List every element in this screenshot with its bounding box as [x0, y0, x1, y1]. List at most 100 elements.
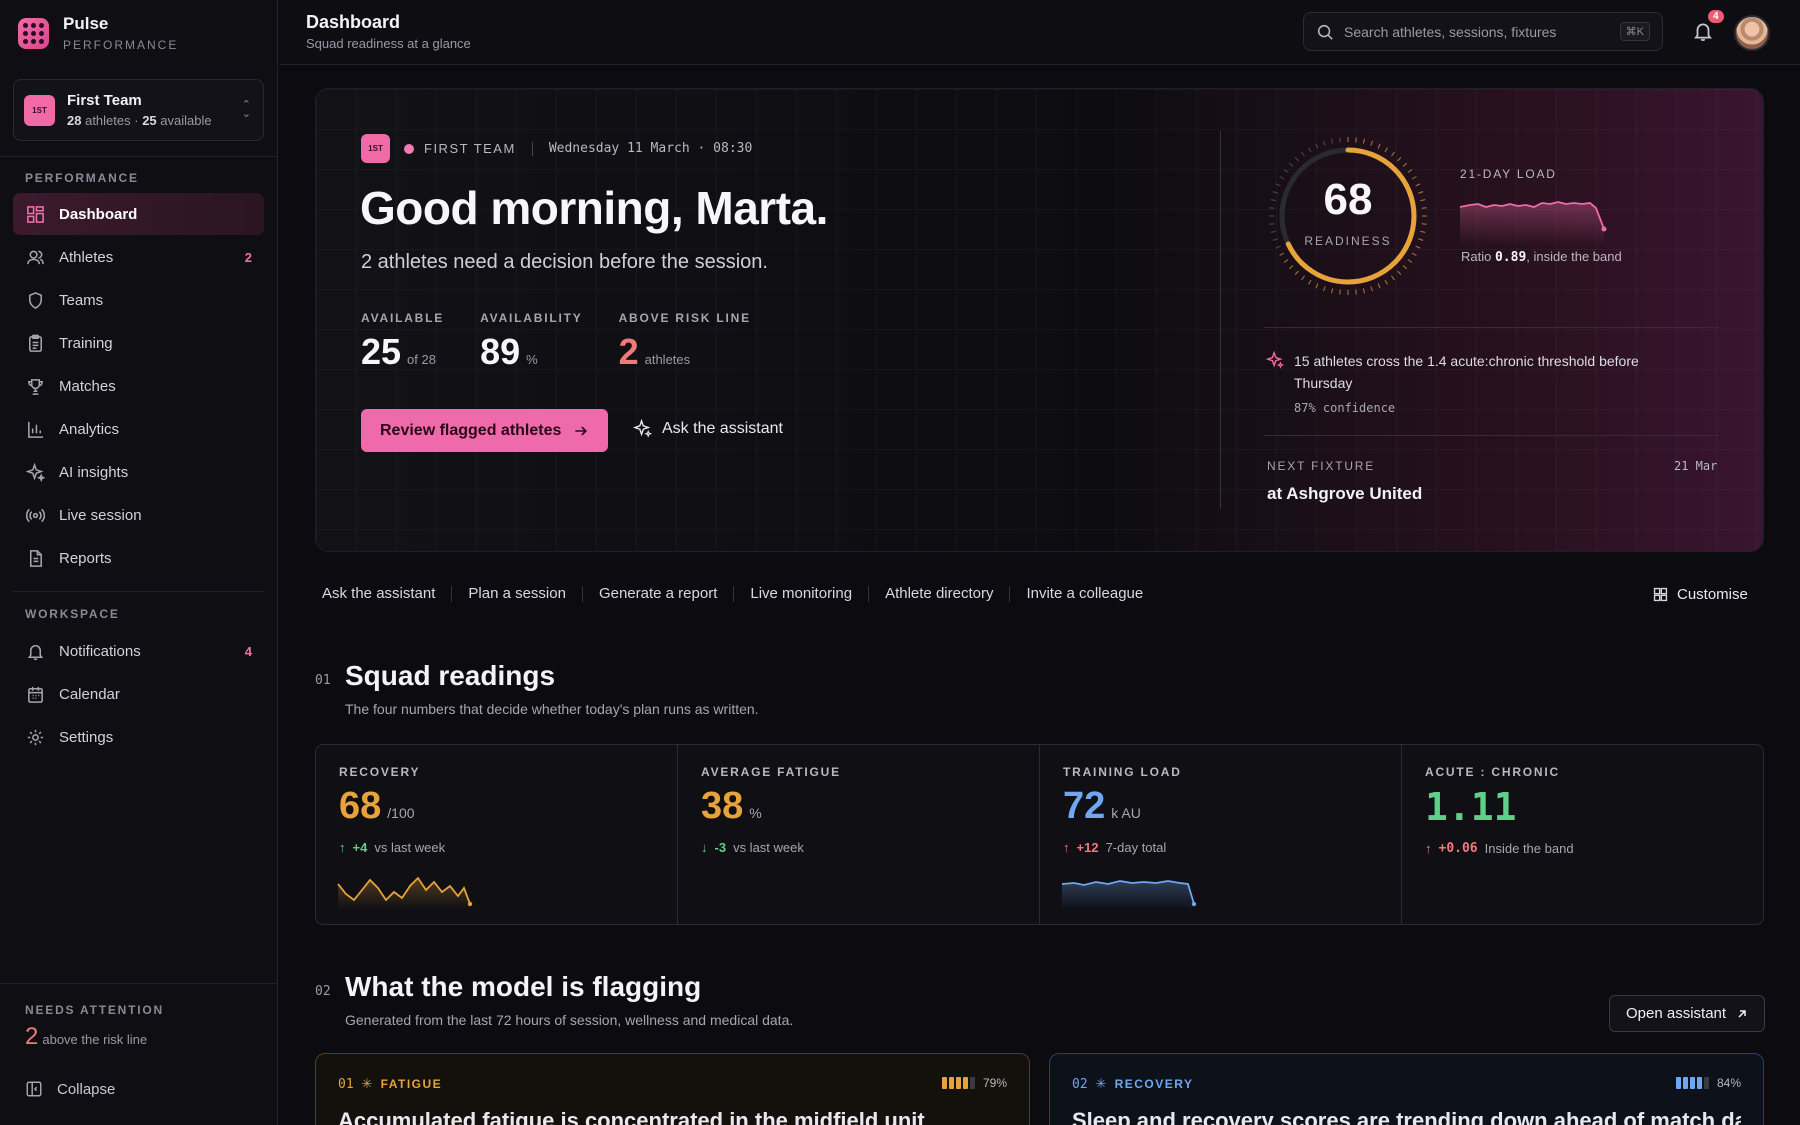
notifications-count-badge: 4	[244, 643, 252, 659]
quick-action-invite-colleague[interactable]: Invite a colleague	[1009, 586, 1159, 602]
divider	[531, 141, 533, 156]
team-badge: 1ST	[24, 94, 55, 126]
topbar: Dashboard Squad readiness at a glance ⌘K…	[279, 0, 1800, 65]
athletes-count-badge: 2	[244, 249, 252, 265]
insight-text[interactable]: 15 athletes cross the 1.4 acute:chronic …	[1294, 350, 1694, 394]
reading-card-recovery[interactable]: RECOVERY 68/100 ↑ +4 vs last week	[316, 745, 677, 924]
load-label: 21-DAY LOAD	[1460, 167, 1557, 181]
sidebar-item-calendar[interactable]: Calendar	[13, 673, 264, 715]
stat-label: AVAILABILITY	[480, 311, 583, 325]
arrow-up-icon: ↑	[1063, 840, 1070, 855]
reading-delta: ↑ +0.06 Inside the band	[1425, 841, 1574, 856]
flag-header: 01 ✳ FATIGUE	[338, 1076, 1007, 1092]
stat-label: AVAILABLE	[361, 311, 445, 325]
insight-confidence: 87% confidence	[1294, 401, 1396, 415]
nav-workspace: Notifications 4 Calendar Settings	[13, 630, 264, 759]
sidebar-item-label: Training	[59, 334, 113, 352]
status-dot	[404, 143, 414, 154]
flag-tag: RECOVERY	[1114, 1077, 1194, 1091]
arrow-down-icon: ↓	[701, 840, 708, 855]
collapse-button[interactable]: Collapse	[25, 1080, 115, 1098]
squad-readings: RECOVERY 68/100 ↑ +4 vs last week AVERAGE …	[315, 744, 1764, 925]
quick-action-live-monitoring[interactable]: Live monitoring	[733, 586, 868, 602]
needs-attention[interactable]: NEEDS ATTENTION 2 above the risk line	[25, 1003, 164, 1051]
bar-chart-icon	[25, 419, 45, 439]
customise-button[interactable]: Customise	[1652, 586, 1748, 603]
bell-icon	[25, 641, 45, 661]
section-subtitle: Generated from the last 72 hours of sess…	[345, 1012, 794, 1028]
needs-attention-value: 2 above the risk line	[25, 1023, 148, 1050]
quick-action-plan-session[interactable]: Plan a session	[451, 586, 582, 602]
reading-delta: ↓ -3 vs last week	[701, 840, 804, 855]
sidebar-item-training[interactable]: Training	[13, 322, 264, 364]
quick-action-generate-report[interactable]: Generate a report	[581, 586, 733, 602]
sidebar-item-label: Reports	[59, 549, 112, 567]
flag-card-recovery[interactable]: 02 ✳ RECOVERY 84% Sleep and recovery sco…	[1049, 1053, 1764, 1125]
sidebar-collapse-icon	[26, 1081, 42, 1097]
sidebar-item-label: AI insights	[59, 463, 129, 481]
quick-action-ask-assistant[interactable]: Ask the assistant	[322, 586, 451, 602]
sidebar-item-label: Notifications	[59, 642, 141, 660]
dashboard-icon	[25, 204, 45, 224]
sidebar-item-teams[interactable]: Teams	[13, 279, 264, 321]
search-box[interactable]: ⌘K	[1303, 12, 1663, 51]
sidebar-item-dashboard[interactable]: Dashboard	[13, 193, 264, 235]
flag-tag: FATIGUE	[380, 1077, 443, 1091]
sidebar: Pulse PERFORMANCE 1ST First Team 28 athl…	[0, 0, 278, 1125]
reading-label: RECOVERY	[339, 765, 421, 779]
sidebar-item-label: Settings	[59, 728, 114, 746]
ask-assistant-button[interactable]: Ask the assistant	[633, 419, 783, 438]
notifications-bell-icon[interactable]	[1692, 20, 1714, 42]
reading-label: AVERAGE FATIGUE	[701, 765, 841, 779]
hero-date: Wednesday 11 March · 08:30	[548, 141, 753, 156]
reading-value: 68/100	[339, 785, 415, 827]
review-flagged-athletes-button[interactable]: Review flagged athletes	[361, 409, 609, 452]
reading-card-training-load[interactable]: TRAINING LOAD 72 k AU ↑ +12 7-day total	[1039, 745, 1401, 924]
user-avatar[interactable]	[1734, 15, 1770, 51]
grid-icon	[1653, 587, 1668, 602]
app-root: Pulse PERFORMANCE 1ST First Team 28 athl…	[0, 0, 1800, 1125]
next-fixture-name[interactable]: at Ashgrove United	[1267, 484, 1422, 504]
divider	[1220, 131, 1221, 509]
search-input[interactable]	[1344, 23, 1610, 40]
reading-delta: ↑ +12 7-day total	[1063, 840, 1167, 855]
sidebar-item-matches[interactable]: Matches	[13, 365, 264, 407]
flag-text: Accumulated fatigue is concentrated in t…	[338, 1108, 925, 1125]
stat-available: AVAILABLE 25 of 28	[361, 311, 444, 373]
sidebar-item-notifications[interactable]: Notifications 4	[13, 630, 264, 672]
hero-meta: 1ST FIRST TEAM Wednesday 11 March · 08:3…	[361, 134, 752, 163]
search-shortcut-hint: ⌘K	[1619, 22, 1650, 41]
sidebar-item-athletes[interactable]: Athletes 2	[13, 236, 264, 278]
stat-value: 25 of 28	[361, 331, 436, 372]
reading-card-acute-chronic[interactable]: ACUTE : CHRONIC 1.11 ↑ +0.06 Inside the ba…	[1401, 745, 1763, 924]
sidebar-item-label: Calendar	[59, 685, 120, 703]
needs-attention-label: NEEDS ATTENTION	[25, 1003, 165, 1017]
readiness-label: READINESS	[1304, 234, 1392, 248]
sidebar-item-label: Teams	[59, 291, 104, 309]
reading-label: ACUTE : CHRONIC	[1425, 765, 1560, 779]
notification-count-badge: 4	[1708, 10, 1724, 23]
stat-value: 89%	[480, 331, 538, 372]
sidebar-item-settings[interactable]: Settings	[13, 716, 264, 758]
sidebar-item-live-session[interactable]: Live session	[13, 494, 264, 536]
sidebar-item-ai-insights[interactable]: AI insights	[13, 451, 264, 493]
pulse-logo-icon	[18, 17, 49, 49]
section-subtitle: The four numbers that decide whether tod…	[345, 701, 759, 717]
hero-team-label: FIRST TEAM	[424, 141, 516, 156]
hero-stats: AVAILABLE 25 of 28 AVAILABILITY 89% ABOVE…	[361, 311, 751, 373]
team-name: First Team	[67, 92, 142, 109]
sparkle-icon	[633, 419, 652, 438]
sidebar-item-analytics[interactable]: Analytics	[13, 408, 264, 450]
brand[interactable]: Pulse PERFORMANCE	[18, 14, 178, 52]
open-assistant-button[interactable]: Open assistant	[1609, 995, 1766, 1032]
flag-confidence: 84%	[1675, 1076, 1741, 1090]
load-sparkline	[1459, 201, 1607, 245]
sidebar-item-reports[interactable]: Reports	[13, 537, 264, 579]
quick-action-athlete-directory[interactable]: Athlete directory	[868, 586, 1009, 602]
sidebar-item-label: Live session	[59, 506, 142, 524]
team-switcher[interactable]: 1ST First Team 28 athletes · 25 availabl…	[13, 79, 264, 141]
reading-card-average-fatigue[interactable]: AVERAGE FATIGUE 38% ↓ -3 vs last week	[677, 745, 1039, 924]
flag-card-fatigue[interactable]: 01 ✳ FATIGUE 79% Accumulated fatigue is …	[315, 1053, 1030, 1125]
reading-value: 1.11	[1425, 785, 1517, 829]
chevron-up-down-icon: ⌃ ⌄	[241, 99, 251, 120]
